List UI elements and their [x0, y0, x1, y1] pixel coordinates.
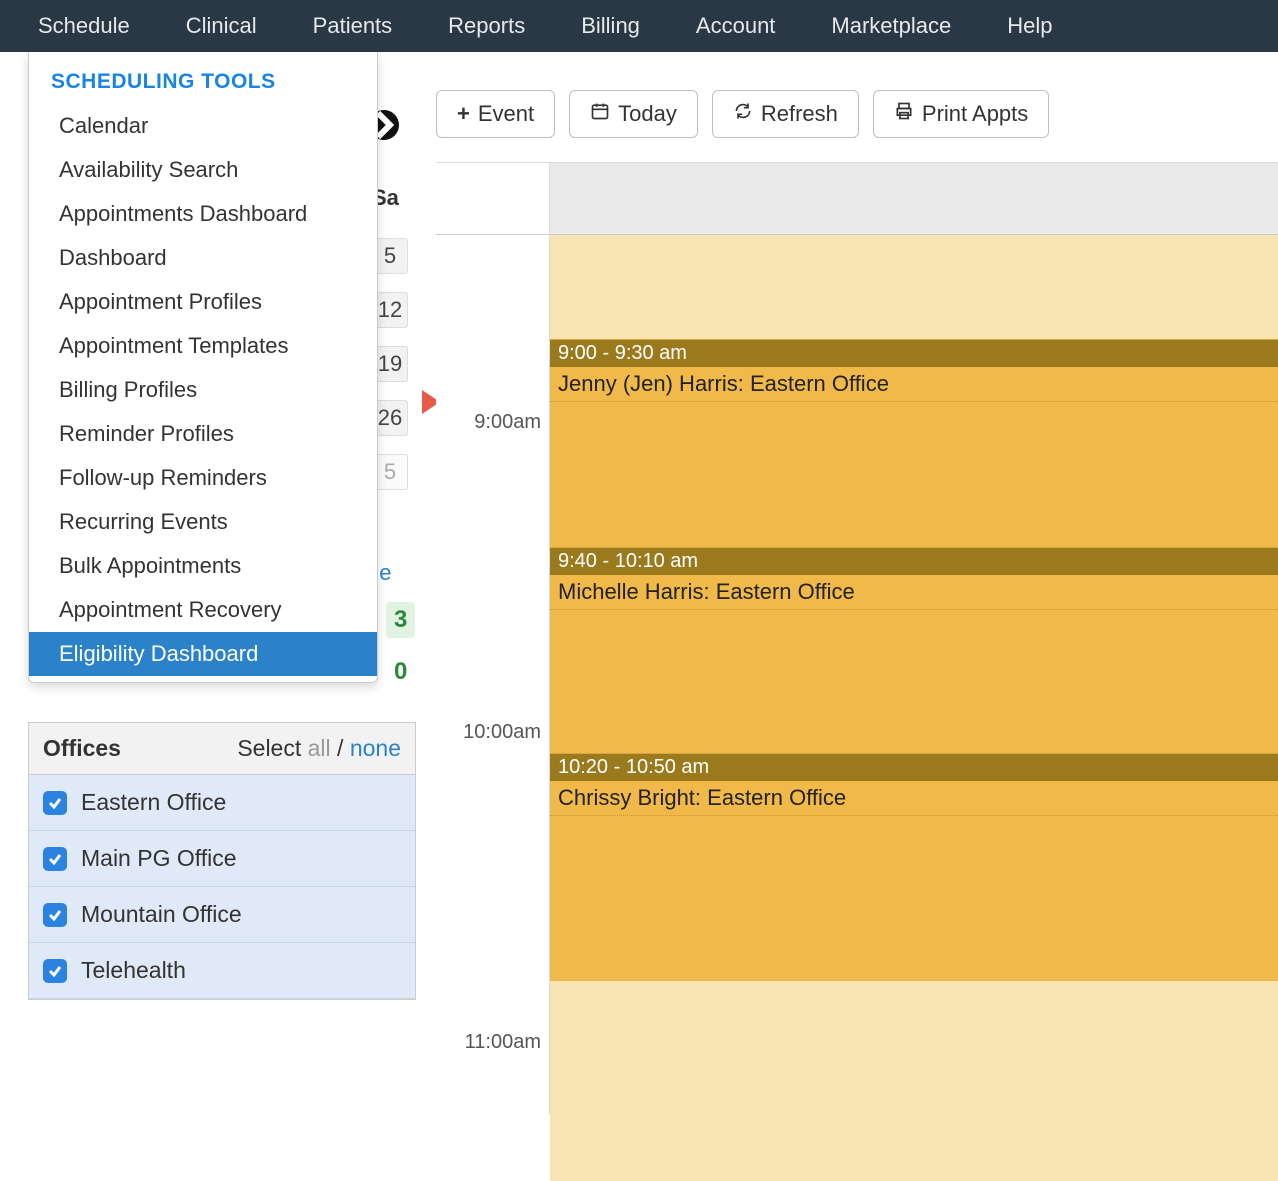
offices-select-label: Select [237, 735, 301, 761]
stat-green: 3 [386, 602, 415, 638]
today-button-label: Today [618, 101, 677, 127]
nav-clinical[interactable]: Clinical [158, 0, 285, 52]
print-button[interactable]: Print Appts [873, 90, 1049, 138]
appointment-time: 10:20 - 10:50 am [550, 754, 1278, 781]
dropdown-item-reminder-profiles[interactable]: Reminder Profiles [29, 412, 377, 456]
dropdown-item-appointment-templates[interactable]: Appointment Templates [29, 324, 377, 368]
event-button[interactable]: + Event [436, 90, 555, 138]
dropdown-item-appointment-recovery[interactable]: Appointment Recovery [29, 588, 377, 632]
schedule-dropdown: SCHEDULING TOOLS Calendar Availability S… [28, 52, 378, 683]
time-label-10: 10:00am [463, 721, 541, 744]
appointment-time: 9:40 - 10:10 am [550, 548, 1278, 575]
dropdown-item-appointments-dashboard[interactable]: Appointments Dashboard [29, 192, 377, 236]
nav-account[interactable]: Account [668, 0, 804, 52]
dropdown-item-calendar[interactable]: Calendar [29, 104, 377, 148]
today-button[interactable]: Today [569, 90, 698, 138]
offices-title: Offices [43, 735, 121, 762]
checkbox-checked-icon[interactable] [43, 791, 67, 815]
dropdown-item-recurring-events[interactable]: Recurring Events [29, 500, 377, 544]
appointment-time: 9:00 - 9:30 am [550, 340, 1278, 367]
appointment-block[interactable]: 10:20 - 10:50 am Chrissy Bright: Eastern… [550, 753, 1278, 981]
calendar-area: 9:00am 10:00am 11:00am 9:00 - 9:30 am Je… [436, 162, 1278, 1114]
calendar-icon [590, 101, 610, 127]
dropdown-section-header: SCHEDULING TOOLS [29, 52, 377, 104]
dropdown-item-eligibility-dashboard[interactable]: Eligibility Dashboard [29, 632, 377, 676]
dropdown-item-dashboard[interactable]: Dashboard [29, 236, 377, 280]
stat-zero: 0 [386, 654, 415, 690]
time-gutter: 9:00am 10:00am 11:00am [436, 235, 550, 1114]
calendar-gutter-header [436, 163, 550, 235]
checkbox-checked-icon[interactable] [43, 903, 67, 927]
offices-panel: Offices Select all / none Eastern Office… [28, 722, 416, 1000]
calendar-toolbar: + Event Today Refresh Print Appts [436, 90, 1049, 138]
offices-select-none[interactable]: none [350, 735, 401, 761]
office-row[interactable]: Eastern Office [29, 775, 415, 831]
checkbox-checked-icon[interactable] [43, 959, 67, 983]
refresh-button-label: Refresh [761, 101, 838, 127]
appointment-label: Jenny (Jen) Harris: Eastern Office [550, 367, 1278, 402]
office-label: Eastern Office [81, 789, 226, 816]
nav-help[interactable]: Help [979, 0, 1080, 52]
office-row[interactable]: Main PG Office [29, 831, 415, 887]
offices-header: Offices Select all / none [29, 723, 415, 775]
print-icon [894, 101, 914, 127]
nav-reports[interactable]: Reports [420, 0, 553, 52]
refresh-icon [733, 101, 753, 127]
dropdown-item-availability-search[interactable]: Availability Search [29, 148, 377, 192]
office-row[interactable]: Mountain Office [29, 887, 415, 943]
appointment-block[interactable]: 9:00 - 9:30 am Jenny (Jen) Harris: Easte… [550, 339, 1278, 567]
office-label: Telehealth [81, 957, 186, 984]
nav-patients[interactable]: Patients [285, 0, 421, 52]
appointment-label: Michelle Harris: Eastern Office [550, 575, 1278, 610]
dropdown-item-billing-profiles[interactable]: Billing Profiles [29, 368, 377, 412]
office-row[interactable]: Telehealth [29, 943, 415, 999]
nav-schedule[interactable]: Schedule [10, 0, 158, 52]
offices-sep: / [337, 735, 350, 761]
refresh-button[interactable]: Refresh [712, 90, 859, 138]
dropdown-item-bulk-appointments[interactable]: Bulk Appointments [29, 544, 377, 588]
event-button-label: Event [478, 101, 534, 127]
checkbox-checked-icon[interactable] [43, 847, 67, 871]
appointment-block[interactable]: 9:40 - 10:10 am Michelle Harris: Eastern… [550, 547, 1278, 775]
office-label: Main PG Office [81, 845, 237, 872]
dropdown-item-appointment-profiles[interactable]: Appointment Profiles [29, 280, 377, 324]
time-label-11: 11:00am [465, 1031, 541, 1054]
calendar-grid[interactable]: 9:00 - 9:30 am Jenny (Jen) Harris: Easte… [550, 235, 1278, 1114]
top-nav: Schedule Clinical Patients Reports Billi… [0, 0, 1278, 52]
nav-billing[interactable]: Billing [553, 0, 668, 52]
time-label-9: 9:00am [474, 411, 541, 434]
print-button-label: Print Appts [922, 101, 1028, 127]
dropdown-item-followup-reminders[interactable]: Follow-up Reminders [29, 456, 377, 500]
offices-select-all[interactable]: all [308, 735, 331, 761]
appointment-label: Chrissy Bright: Eastern Office [550, 781, 1278, 816]
calendar-day-header [436, 163, 1278, 235]
nav-marketplace[interactable]: Marketplace [803, 0, 979, 52]
office-label: Mountain Office [81, 901, 242, 928]
plus-icon: + [457, 101, 470, 127]
